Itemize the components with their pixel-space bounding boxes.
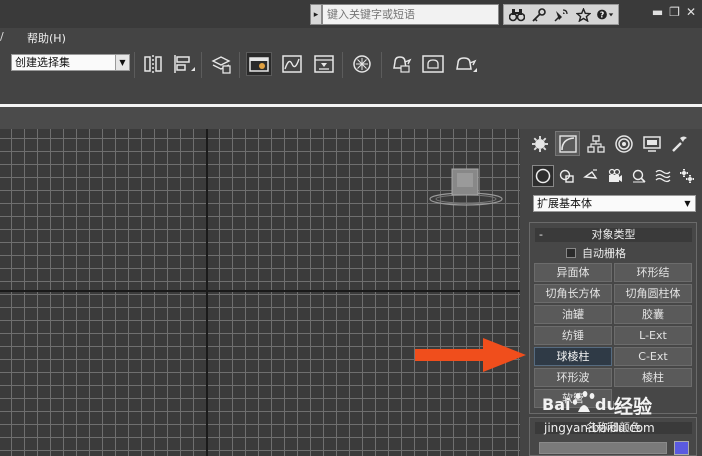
binoculars-icon[interactable] [508,6,526,23]
ribbon-area [0,107,702,129]
main-toolbar: 创建选择集 ▼ [0,46,702,86]
annotation-arrow-icon [415,336,527,377]
command-panel-tabs [527,131,699,156]
chevron-down-icon[interactable]: ▼ [115,55,129,70]
render-setup-icon[interactable] [388,52,414,76]
object-type-button[interactable]: 切角长方体 [534,284,612,303]
key-icon[interactable] [530,6,548,23]
ribbon-spacer [0,86,702,105]
rendered-frame-icon[interactable] [420,52,446,76]
shapes-icon[interactable] [556,165,578,187]
object-type-buttons: 异面体 环形结 切角长方体 切角圆柱体 油罐 胶囊 纺锤 L-Ext 球棱柱 C-Ext 环形波 棱柱… [534,263,692,408]
toolbar-separator [342,52,343,78]
cameras-icon[interactable] [604,165,626,187]
category-value: 扩展基本体 [537,197,592,210]
hierarchy-tab[interactable] [583,131,608,156]
watermark-url: jingyan.baidu.com [544,421,655,435]
search-input[interactable] [322,4,499,25]
menu-edge-fragment: / [0,30,4,43]
help-icon[interactable]: ? [596,6,614,23]
star-icon[interactable] [574,6,592,23]
object-type-button[interactable]: 异面体 [534,263,612,282]
title-bar: ▸ ? ▬ ❐ ✕ [0,0,702,28]
primitive-category-dropdown[interactable]: 扩展基本体 ▼ [533,195,696,212]
geometry-icon[interactable] [532,165,554,187]
grid-axis-vertical [206,129,208,456]
object-type-button[interactable]: 环形波 [534,368,612,387]
toolbar-separator [381,52,382,78]
menu-help[interactable]: 帮助(H) [27,30,66,46]
object-type-button[interactable]: 切角圆柱体 [614,284,692,303]
toolbar-separator [134,52,135,78]
named-selection-set-dropdown[interactable]: 创建选择集 ▼ [11,54,130,71]
curve-editor-icon[interactable] [279,52,305,76]
object-type-rollout-header[interactable]: - 对象类型 [535,228,692,242]
object-type-button[interactable]: 环形结 [614,263,692,282]
restore-icon[interactable]: ❐ [669,5,680,19]
baidu-logo-icon: Bai du [542,391,614,414]
grid-axis-horizontal [0,290,520,292]
menu-bar: / 帮助(H) [0,28,702,46]
helpers-icon[interactable] [628,165,650,187]
baidu-jingyan-watermark: Bai du 经验 jingyan.baidu.com [540,388,702,456]
object-type-button[interactable]: L-Ext [614,326,692,345]
display-tab[interactable] [639,131,664,156]
autogrid-label: 自动栅格 [582,247,626,260]
toolbar-separator [201,52,202,78]
motion-tab[interactable] [611,131,636,156]
object-type-button[interactable]: 球棱柱 [534,347,612,366]
infocenter-search: ▸ ? [310,4,619,25]
create-tab[interactable] [527,131,552,156]
schematic-view-icon[interactable] [311,52,337,76]
svg-text:du: du [595,395,614,414]
object-type-button[interactable]: 纺锤 [534,326,612,345]
modify-tab[interactable] [555,131,580,156]
mirror-icon[interactable] [140,52,166,76]
render-icon[interactable] [453,52,479,76]
autogrid-check[interactable] [566,248,576,258]
minimize-icon[interactable]: ▬ [652,5,663,19]
close-icon[interactable]: ✕ [686,5,696,19]
svg-text:?: ? [600,11,604,20]
svg-text:Bai: Bai [542,395,570,414]
expand-search-icon[interactable]: ▸ [310,4,322,25]
watermark-brand: 经验 [614,396,653,418]
infocenter-toolbar: ? [503,4,619,25]
lights-icon[interactable] [580,165,602,187]
spacewarps-icon[interactable] [652,165,674,187]
perspective-viewport[interactable] [0,129,520,456]
object-type-button[interactable]: 棱柱 [614,368,692,387]
object-type-button[interactable]: 油罐 [534,305,612,324]
align-icon[interactable] [171,52,197,76]
layer-manager-icon[interactable] [208,52,234,76]
scene-explorer-icon[interactable] [246,52,272,76]
window-controls: ▬ ❐ ✕ [652,5,696,19]
satellite-icon[interactable] [552,6,570,23]
autogrid-checkbox[interactable]: 自动栅格 [566,246,626,260]
material-editor-icon[interactable] [349,52,375,76]
utilities-tab[interactable] [667,131,692,156]
systems-icon[interactable] [676,165,698,187]
object-type-button[interactable]: C-Ext [614,347,692,366]
object-type-button[interactable]: 胶囊 [614,305,692,324]
create-category-buttons [532,165,698,187]
object-type-rollout: - 对象类型 自动栅格 异面体 环形结 切角长方体 切角圆柱体 油罐 胶囊 纺锤 L-Ext 球… [529,222,697,414]
toolbar-separator [239,52,240,78]
viewport-gizmo[interactable] [426,165,504,212]
rollout-title: 对象类型 [591,228,636,241]
selection-set-value: 创建选择集 [15,56,70,69]
chevron-down-icon[interactable]: ▼ [681,196,694,211]
